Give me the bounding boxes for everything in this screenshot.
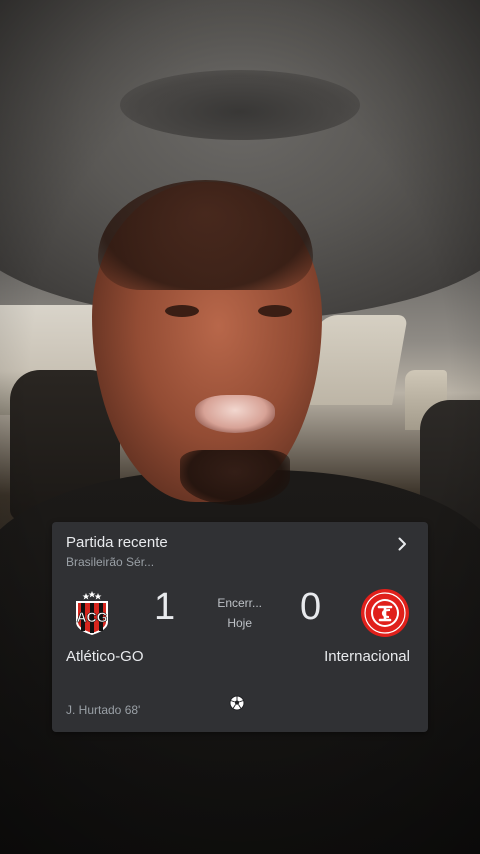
competition-label: Brasileirão Sér...	[66, 555, 155, 569]
match-card[interactable]: Partida recente Brasileirão Sér... ACG 1…	[52, 522, 428, 732]
atletico-go-crest-icon: ACG	[76, 591, 108, 635]
home-team-name: Atlético-GO	[66, 648, 144, 665]
goal-scorer: J. Hurtado 68'	[66, 703, 141, 717]
card-title: Partida recente	[66, 534, 168, 551]
svg-text:ACG: ACG	[76, 609, 107, 625]
chevron-right-icon[interactable]	[394, 536, 410, 552]
match-status: Encerr...	[217, 596, 262, 610]
home-score: 1	[154, 586, 176, 628]
internacional-crest-icon	[361, 589, 409, 637]
away-score: 0	[300, 586, 322, 628]
soccer-ball-icon	[229, 695, 245, 711]
video-frame: Partida recente Brasileirão Sér... ACG 1…	[0, 0, 480, 854]
away-team-name: Internacional	[324, 648, 410, 665]
match-date: Hoje	[227, 616, 252, 630]
